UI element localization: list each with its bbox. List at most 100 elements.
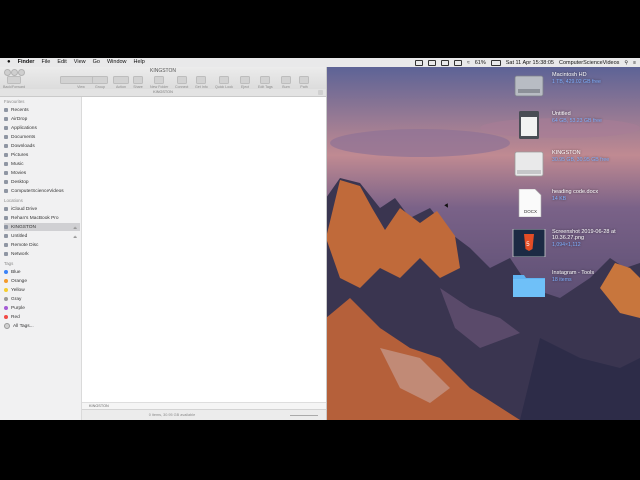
spotlight-icon[interactable]: ⚲ — [624, 60, 628, 66]
sidebar-item-airdrop[interactable]: AirDrop — [4, 115, 80, 123]
finder-window: KINGSTON Back/Forward View Group Action … — [0, 67, 327, 420]
sidebar-item-documents[interactable]: Documents — [4, 133, 80, 141]
edit-tags-button[interactable]: Edit Tags — [258, 76, 273, 89]
menu-help[interactable]: Help — [134, 58, 145, 67]
recents-icon — [4, 108, 8, 112]
sidebar-item-home[interactable]: ComputerScienceVideos — [4, 187, 80, 195]
sidebar-item-music[interactable]: Music — [4, 160, 80, 168]
sidebar-heading-tags: Tags — [4, 261, 14, 266]
sidebar-item-remote-disc[interactable]: Remote Disc — [4, 241, 80, 249]
icon-size-slider[interactable] — [290, 415, 318, 416]
status-bar: 0 items, 30.95 GB available — [82, 409, 326, 420]
airdrop-icon — [4, 117, 8, 121]
usb-drive-icon — [4, 225, 8, 229]
menu-view[interactable]: View — [74, 58, 86, 67]
eject-button[interactable]: Eject — [240, 76, 250, 89]
connect-button[interactable]: Connect — [175, 76, 188, 89]
menu-finder[interactable]: Finder — [18, 58, 35, 67]
svg-text:DOCX: DOCX — [524, 209, 537, 214]
sidebar-item-desktop[interactable]: Desktop — [4, 178, 80, 186]
sidebar-item-macbook[interactable]: Rehan's MacBook Pro — [4, 214, 80, 222]
home-icon — [4, 189, 8, 193]
sidebar-tag-purple[interactable]: Purple — [4, 304, 80, 312]
downloads-icon — [4, 144, 8, 148]
status-text: 0 items, 30.95 GB available — [148, 413, 196, 417]
hard-drive-icon — [514, 75, 544, 97]
menu-go[interactable]: Go — [93, 58, 100, 67]
document-icon: DOCX — [518, 189, 542, 217]
movies-icon — [4, 171, 8, 175]
pictures-icon — [4, 153, 8, 157]
desktop: ● Finder File Edit View Go Window Help ≈… — [0, 58, 640, 420]
get-info-button[interactable]: Get Info — [195, 76, 208, 89]
laptop-icon — [4, 216, 8, 220]
disc-icon — [4, 243, 8, 247]
tag-dot-icon — [4, 297, 8, 301]
eject-icon[interactable]: ⏏ — [73, 234, 77, 239]
sidebar-item-pictures[interactable]: Pictures — [4, 151, 80, 159]
share-button[interactable]: Share — [133, 76, 143, 89]
image-thumbnail-icon: 5 — [512, 229, 546, 257]
battery-percent[interactable]: 61% — [475, 60, 486, 66]
tag-dot-icon — [4, 306, 8, 310]
burn-button[interactable]: Burn — [281, 76, 291, 89]
battery-icon[interactable] — [490, 59, 501, 66]
menu-file[interactable]: File — [41, 58, 50, 67]
sidebar-item-untitled[interactable]: Untitled ⏏ — [4, 232, 80, 240]
tab-title[interactable]: KINGSTON — [0, 90, 326, 94]
menu-window[interactable]: Window — [107, 58, 127, 67]
sidebar-heading-favourites: Favourites — [4, 99, 25, 104]
sd-card-icon — [4, 234, 8, 238]
sidebar-item-movies[interactable]: Movies — [4, 169, 80, 177]
sidebar-item-recents[interactable]: Recents — [4, 106, 80, 114]
usb-drive-icon — [514, 151, 544, 177]
back-forward-button[interactable]: Back/Forward — [3, 76, 25, 89]
quick-look-button[interactable]: Quick Look — [215, 76, 233, 89]
new-tab-button[interactable] — [318, 90, 323, 95]
documents-icon — [4, 135, 8, 139]
wifi-icon[interactable]: ≈ — [467, 60, 470, 66]
tab-bar: KINGSTON — [0, 89, 326, 97]
sidebar-item-downloads[interactable]: Downloads — [4, 142, 80, 150]
sidebar-item-network[interactable]: Network — [4, 250, 80, 258]
folder-icon — [513, 275, 545, 297]
screen-recording-icon[interactable] — [414, 59, 423, 66]
cloud-icon — [4, 207, 8, 211]
menu-edit[interactable]: Edit — [57, 58, 66, 67]
sidebar-heading-locations: Locations — [4, 198, 23, 203]
tag-dot-icon — [4, 288, 8, 292]
sidebar-tag-blue[interactable]: Blue — [4, 268, 80, 276]
sidebar-tag-yellow[interactable]: Yellow — [4, 286, 80, 294]
new-folder-button[interactable]: New Folder — [150, 76, 168, 89]
sd-card-icon — [519, 111, 539, 139]
sidebar-tag-orange[interactable]: Orange — [4, 277, 80, 285]
group-button[interactable]: Group — [92, 76, 108, 89]
bluetooth-icon[interactable] — [453, 59, 462, 66]
sidebar: Favourites Recents AirDrop Applications … — [0, 97, 82, 420]
sidebar-item-applications[interactable]: Applications — [4, 124, 80, 132]
sidebar-item-icloud-drive[interactable]: iCloud Drive — [4, 205, 80, 213]
sidebar-tag-red[interactable]: Red — [4, 313, 80, 321]
desktop-icon — [4, 180, 8, 184]
time-machine-icon[interactable] — [440, 59, 449, 66]
airplay-icon[interactable] — [427, 59, 436, 66]
path-button[interactable]: Path — [299, 76, 309, 89]
tag-dot-icon — [4, 323, 10, 329]
tag-dot-icon — [4, 279, 8, 283]
network-icon — [4, 252, 8, 256]
notification-center-icon[interactable]: ≡ — [633, 60, 636, 66]
menu-bar: ● Finder File Edit View Go Window Help ≈… — [0, 58, 640, 67]
file-list-area[interactable] — [82, 97, 326, 402]
action-button[interactable]: Action — [113, 76, 129, 89]
path-item-kingston[interactable]: KINGSTON — [89, 404, 109, 408]
sidebar-tag-gray[interactable]: Gray — [4, 295, 80, 303]
sidebar-item-kingston[interactable]: KINGSTON ⏏ — [4, 223, 80, 231]
eject-icon[interactable]: ⏏ — [73, 225, 77, 230]
tag-dot-icon — [4, 315, 8, 319]
menu-user[interactable]: ComputerScienceVideos — [559, 60, 619, 66]
apple-menu-icon[interactable]: ● — [7, 58, 11, 67]
tag-dot-icon — [4, 270, 8, 274]
menu-clock[interactable]: Sat 11 Apr 15:38:05 — [506, 60, 554, 66]
sidebar-all-tags[interactable]: All Tags... — [4, 322, 80, 330]
music-icon — [4, 162, 8, 166]
